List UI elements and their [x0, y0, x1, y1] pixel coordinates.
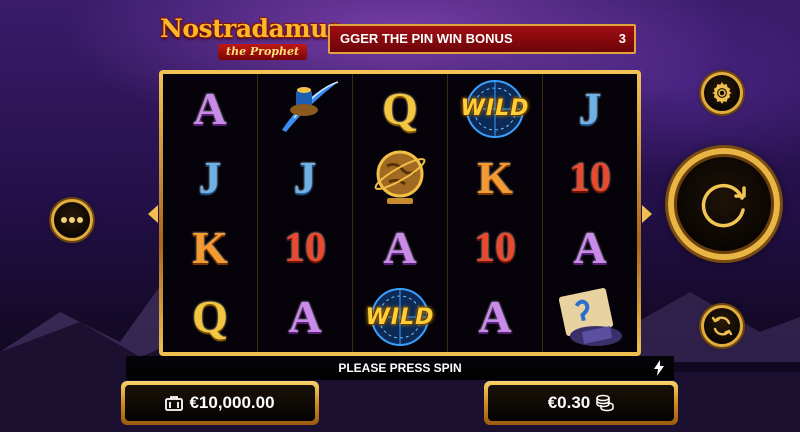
symbol-label: Q — [382, 82, 418, 134]
reel-3: Q A WILD — [353, 74, 448, 352]
symbol-a: A — [448, 283, 542, 353]
coin-stack-icon — [596, 394, 615, 412]
symbol-a: A — [258, 283, 352, 353]
ticker-text: GGER THE PIN WIN BONUS — [340, 31, 513, 46]
bet-amount: €0.30 — [547, 393, 591, 412]
scroll-map-symbol — [543, 283, 637, 353]
reel-frame: AJKQ J 10 A Q A WILD WILD K 10 A J 10 A — [159, 70, 641, 356]
spin-arrow-icon — [701, 183, 746, 228]
symbol-10: 10 — [543, 144, 637, 214]
symbol-label: A — [573, 221, 607, 273]
autoplay-button[interactable] — [701, 305, 743, 347]
symbol-k: K — [448, 144, 542, 214]
symbol-label: 10 — [569, 155, 611, 202]
status-message: PLEASE PRESS SPIN — [338, 361, 462, 375]
spin-button[interactable] — [668, 148, 780, 260]
logo-subtitle: the Prophet — [218, 44, 308, 60]
wild-label: WILD — [365, 304, 435, 330]
settings-button[interactable] — [701, 72, 743, 114]
menu-button[interactable] — [51, 199, 93, 241]
feather-ink-symbol — [258, 74, 352, 144]
symbol-j: J — [163, 144, 257, 214]
symbol-q: Q — [353, 74, 447, 144]
globe-symbol — [353, 144, 447, 214]
reel-5: J 10 A — [543, 74, 637, 352]
right-frame-arrow-icon — [642, 205, 652, 223]
symbol-a: A — [163, 74, 257, 144]
symbol-label: Q — [192, 291, 228, 343]
gear-icon — [712, 82, 732, 104]
wild-symbol: WILD — [448, 74, 542, 144]
symbol-a: A — [543, 213, 637, 283]
symbol-label: 10 — [284, 224, 326, 271]
message-bar: PLEASE PRESS SPIN — [126, 356, 674, 380]
symbol-10: 10 — [258, 213, 352, 283]
symbol-k: K — [163, 213, 257, 283]
game-logo: Nostradamus the Prophet — [160, 12, 342, 64]
bonus-ticker: GGER THE PIN WIN BONUS 3 — [328, 24, 636, 54]
symbol-q: Q — [163, 283, 257, 353]
symbol-label: J — [198, 152, 222, 204]
bet-panel[interactable]: €0.30 — [484, 381, 678, 425]
symbol-j: J — [543, 74, 637, 144]
autoplay-arrows-icon — [711, 316, 733, 336]
symbol-label: K — [477, 152, 513, 204]
wild-label: WILD — [460, 96, 530, 122]
wallet-icon — [165, 396, 184, 411]
reel-grid: AJKQ J 10 A Q A WILD WILD K 10 A J 10 A — [163, 74, 637, 352]
logo-title: Nostradamus — [160, 14, 342, 43]
balance-panel[interactable]: €10,000.00 — [121, 381, 319, 425]
symbol-10: 10 — [448, 213, 542, 283]
left-frame-arrow-icon — [148, 205, 158, 223]
reel-2: J 10 A — [258, 74, 353, 352]
lightning-bolt-icon[interactable] — [654, 360, 664, 376]
symbol-label: A — [478, 291, 512, 343]
ticker-count: 3 — [618, 31, 626, 46]
symbol-label: J — [293, 152, 317, 204]
symbol-j: J — [258, 144, 352, 214]
symbol-label: K — [192, 221, 228, 273]
symbol-label: A — [383, 221, 417, 273]
wild-symbol: WILD — [353, 283, 447, 353]
balance-amount: €10,000.00 — [189, 393, 275, 412]
reel-1: AJKQ — [163, 74, 258, 352]
symbol-label: J — [578, 82, 602, 134]
more-dots-icon — [61, 217, 83, 223]
symbol-label: A — [288, 291, 322, 343]
symbol-a: A — [353, 213, 447, 283]
symbol-label: 10 — [474, 224, 516, 271]
reel-4: WILD K 10 A — [448, 74, 543, 352]
symbol-label: A — [193, 82, 227, 134]
